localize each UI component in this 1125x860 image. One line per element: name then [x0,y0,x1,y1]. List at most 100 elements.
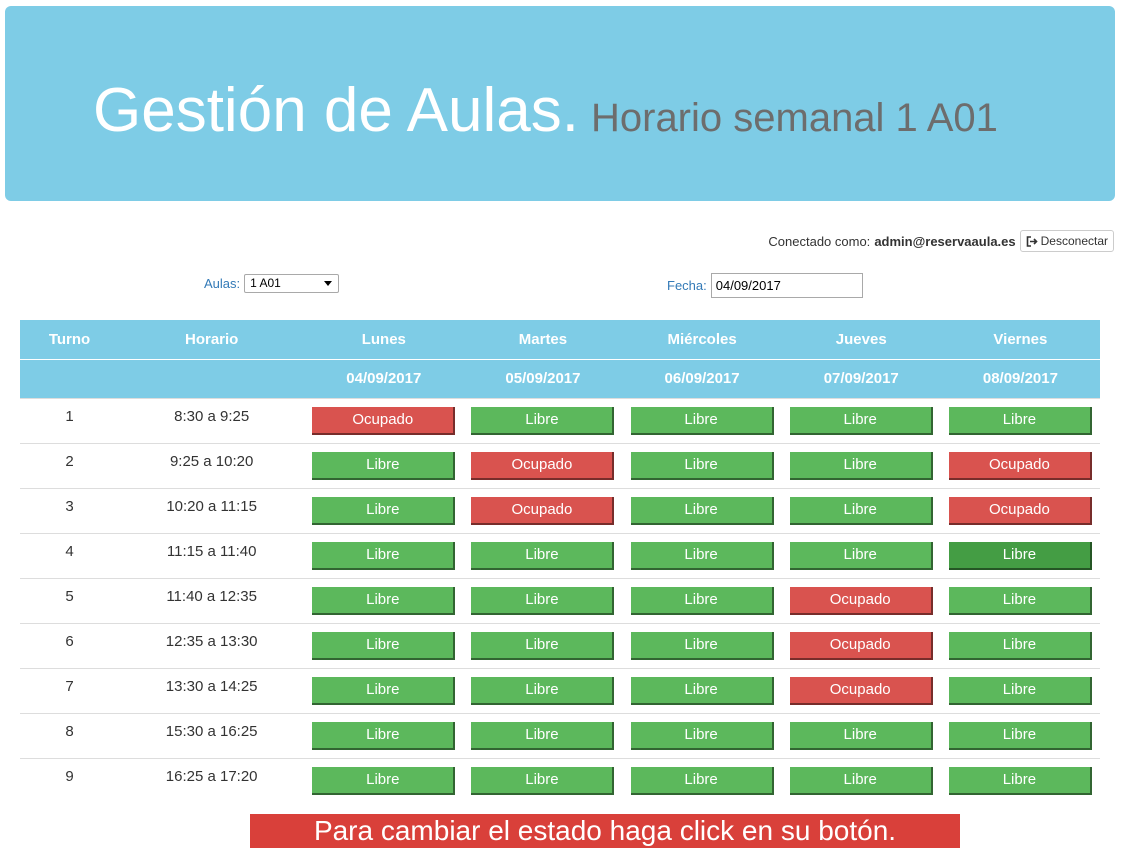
slot-status-button[interactable]: Libre [789,721,933,750]
horario-cell: 16:25 a 17:20 [119,757,305,803]
slot-status-button[interactable]: Libre [948,586,1092,615]
slot-cell: Libre [622,712,782,758]
slot-status-button[interactable]: Libre [630,451,774,480]
horario-header: Horario [119,320,305,360]
session-label: Conectado como: [768,233,871,249]
slot-cell: Libre [940,622,1100,668]
slot-status-button[interactable]: Libre [312,541,456,570]
chevron-down-icon [324,281,333,286]
slot-status-button[interactable]: Ocupado [789,631,933,660]
slot-status-button[interactable]: Libre [789,406,933,435]
slot-status-button[interactable]: Ocupado [789,586,933,615]
slot-cell: Libre [622,622,782,668]
aula-select[interactable]: 1 A01 [244,274,340,293]
slot-status-button[interactable]: Ocupado [948,496,1092,525]
slot-status-button[interactable]: Libre [471,406,615,435]
slot-status-button[interactable]: Libre [948,631,1092,660]
page-title: Gestión de Aulas. Horario semanal 1 A01 [93,80,998,142]
table-row: 5 11:40 a 12:35 Libre Libre Libre Ocupado Libr… [20,577,1100,623]
slot-status-button[interactable]: Libre [948,541,1092,570]
slot-status-button[interactable]: Libre [630,541,774,570]
slot-status-button[interactable]: Libre [948,766,1092,795]
slot-status-button[interactable]: Ocupado [471,451,615,480]
slot-status-button[interactable]: Libre [312,676,456,705]
slot-status-button[interactable]: Libre [630,586,774,615]
slot-status-button[interactable]: Libre [471,766,615,795]
session-user: admin@reservaaula.es [874,233,1016,249]
turno-cell: 9 [20,757,120,803]
date-header-row: 04/09/2017 05/09/2017 06/09/2017 07/09/2… [20,359,1100,398]
slot-status-button[interactable]: Libre [471,541,615,570]
slot-status-button[interactable]: Libre [312,631,456,660]
slot-status-button[interactable]: Libre [630,496,774,525]
slot-cell: Libre [781,442,941,488]
turno-cell: 8 [20,712,120,758]
slot-status-button[interactable]: Libre [948,406,1092,435]
slot-status-button[interactable]: Libre [789,541,933,570]
slot-cell: Ocupado [463,487,623,533]
slot-cell: Libre [463,667,623,713]
slot-status-button[interactable]: Libre [630,721,774,750]
slot-status-button[interactable]: Libre [312,496,456,525]
day-header: Lunes [304,320,464,360]
date-header: 04/09/2017 [304,359,464,398]
slot-status-button[interactable]: Libre [789,451,933,480]
date-header: 08/09/2017 [940,359,1100,398]
table-row: 4 11:15 a 11:40 Libre Libre Libre Libre Libre [20,532,1100,578]
table-row: 6 12:35 a 13:30 Libre Libre Libre Ocupado Libr… [20,622,1100,668]
slot-status-button[interactable]: Libre [789,766,933,795]
aula-label: Aulas: [204,276,241,291]
slot-cell: Libre [622,397,782,443]
slot-status-button[interactable]: Libre [312,451,456,480]
slot-status-button[interactable]: Libre [630,406,774,435]
slot-cell: Libre [304,577,464,623]
slot-cell: Ocupado [463,442,623,488]
horario-cell: 13:30 a 14:25 [119,667,305,713]
slot-cell: Libre [622,577,782,623]
logout-button[interactable]: Desconectar [1019,230,1114,252]
slot-cell: Libre [304,442,464,488]
slot-status-button[interactable]: Libre [789,496,933,525]
slot-status-button[interactable]: Libre [630,676,774,705]
day-header: Martes [463,320,623,360]
slot-cell: Libre [781,757,941,803]
slot-cell: Ocupado [781,577,941,623]
aula-select-value: 1 A01 [250,276,281,290]
slot-cell: Libre [781,712,941,758]
fecha-input[interactable] [710,273,863,298]
slot-cell: Libre [463,622,623,668]
table-row: 3 10:20 a 11:15 Libre Ocupado Libre Libre Ocup… [20,487,1100,533]
slot-cell: Ocupado [781,622,941,668]
slot-status-button[interactable]: Libre [471,676,615,705]
slot-status-button[interactable]: Libre [312,721,456,750]
slot-status-button[interactable]: Libre [471,586,615,615]
slot-status-button[interactable]: Ocupado [789,676,933,705]
slot-status-button[interactable]: Ocupado [471,496,615,525]
slot-status-button[interactable]: Libre [312,766,456,795]
slot-status-button[interactable]: Ocupado [948,451,1092,480]
slot-status-button[interactable]: Libre [471,631,615,660]
slot-cell: Ocupado [940,442,1100,488]
day-header: Miércoles [622,320,782,360]
turno-cell: 7 [20,667,120,713]
slot-cell: Libre [622,667,782,713]
table-row: 9 16:25 a 17:20 Libre Libre Libre Libre Libre [20,757,1100,803]
slot-cell: Libre [622,442,782,488]
page-subtitle: Horario semanal 1 A01 [590,96,998,140]
slot-status-button[interactable]: Libre [630,631,774,660]
slot-status-button[interactable]: Libre [948,721,1092,750]
slot-status-button[interactable]: Libre [471,721,615,750]
slot-status-button[interactable]: Libre [948,676,1092,705]
slot-cell: Libre [781,532,941,578]
date-header: 06/09/2017 [622,359,782,398]
slot-status-button[interactable]: Libre [630,766,774,795]
horario-cell: 9:25 a 10:20 [119,442,305,488]
horario-cell: 15:30 a 16:25 [119,712,305,758]
empty-header [119,359,305,398]
slot-status-button[interactable]: Libre [312,586,456,615]
slot-status-button[interactable]: Ocupado [312,406,456,435]
turno-cell: 1 [20,397,120,443]
table-row: 7 13:30 a 14:25 Libre Libre Libre Ocupado Libr… [20,667,1100,713]
aula-filter: Aulas: 1 A01 [204,274,340,293]
table-row: 2 9:25 a 10:20 Libre Ocupado Libre Libre Ocupa… [20,442,1100,488]
